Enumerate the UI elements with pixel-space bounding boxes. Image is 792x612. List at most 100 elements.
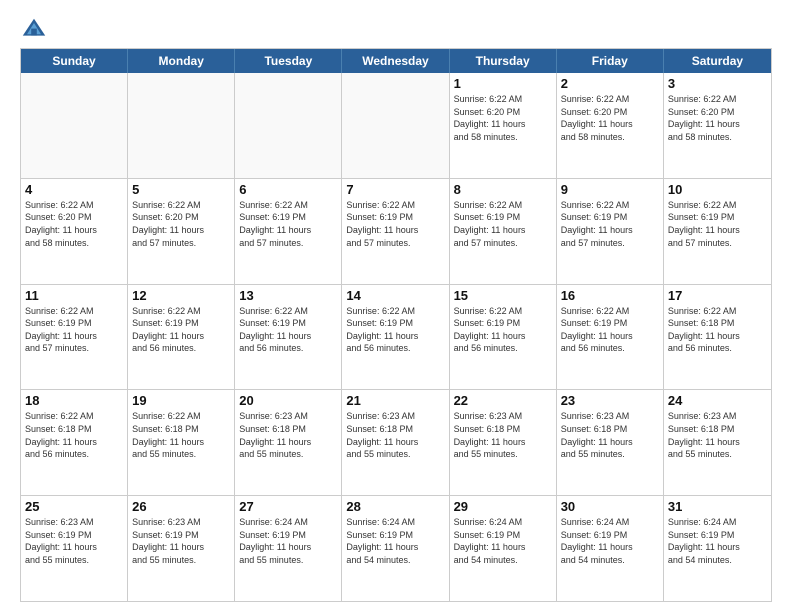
day-number: 14	[346, 288, 444, 303]
day-info: Sunrise: 6:23 AM Sunset: 6:18 PM Dayligh…	[346, 410, 444, 460]
day-number: 23	[561, 393, 659, 408]
week-row-4: 18 Sunrise: 6:22 AM Sunset: 6:18 PM Dayli…	[21, 390, 771, 496]
day-number: 28	[346, 499, 444, 514]
cal-cell: 13Sunrise: 6:22 AM Sunset: 6:19 PM Dayli…	[235, 285, 342, 390]
logo-icon	[20, 16, 48, 44]
page: SundayMondayTuesdayWednesdayThursdayFrid…	[0, 0, 792, 612]
cal-cell: 20Sunrise: 6:23 AM Sunset: 6:18 PM Dayli…	[235, 390, 342, 495]
cal-cell: 16 Sunrise: 6:22 AM Sunset: 6:19 PM Dayli…	[557, 285, 664, 390]
header	[20, 16, 772, 44]
day-info: Sunrise: 6:23 AM Sunset: 6:18 PM Dayligh…	[454, 410, 552, 460]
day-info: Sunrise: 6:23 AM Sunset: 6:19 PM Dayligh…	[132, 516, 230, 566]
day-info: Sunrise: 6:22 AM Sunset: 6:20 PM Dayligh…	[454, 93, 552, 143]
cal-cell: 31 Sunrise: 6:24 AM Sunset: 6:19 PM Dayli…	[664, 496, 771, 601]
day-number: 17	[668, 288, 767, 303]
week-row-1: 1 Sunrise: 6:22 AM Sunset: 6:20 PM Daylig…	[21, 73, 771, 179]
day-number: 9	[561, 182, 659, 197]
day-number: 2	[561, 76, 659, 91]
day-number: 29	[454, 499, 552, 514]
day-number: 10	[668, 182, 767, 197]
day-number: 12	[132, 288, 230, 303]
day-number: 16	[561, 288, 659, 303]
day-info: Sunrise: 6:22 AM Sunset: 6:19 PM Dayligh…	[25, 305, 123, 355]
cal-cell: 2 Sunrise: 6:22 AM Sunset: 6:20 PM Daylig…	[557, 73, 664, 178]
day-info: Sunrise: 6:24 AM Sunset: 6:19 PM Dayligh…	[668, 516, 767, 566]
day-info: Sunrise: 6:23 AM Sunset: 6:19 PM Dayligh…	[25, 516, 123, 566]
day-number: 18	[25, 393, 123, 408]
calendar: SundayMondayTuesdayWednesdayThursdayFrid…	[20, 48, 772, 602]
day-info: Sunrise: 6:22 AM Sunset: 6:19 PM Dayligh…	[561, 305, 659, 355]
header-cell-saturday: Saturday	[664, 49, 771, 73]
week-row-5: 25Sunrise: 6:23 AM Sunset: 6:19 PM Dayli…	[21, 496, 771, 601]
cal-cell: 21 Sunrise: 6:23 AM Sunset: 6:18 PM Dayli…	[342, 390, 449, 495]
cal-cell: 8 Sunrise: 6:22 AM Sunset: 6:19 PM Daylig…	[450, 179, 557, 284]
logo	[20, 16, 52, 44]
cal-cell: 18 Sunrise: 6:22 AM Sunset: 6:18 PM Dayli…	[21, 390, 128, 495]
calendar-body: 1 Sunrise: 6:22 AM Sunset: 6:20 PM Daylig…	[21, 73, 771, 601]
day-number: 31	[668, 499, 767, 514]
cal-cell: 28 Sunrise: 6:24 AM Sunset: 6:19 PM Dayli…	[342, 496, 449, 601]
cal-cell: 24 Sunrise: 6:23 AM Sunset: 6:18 PM Dayli…	[664, 390, 771, 495]
calendar-header: SundayMondayTuesdayWednesdayThursdayFrid…	[21, 49, 771, 73]
cal-cell: 17 Sunrise: 6:22 AM Sunset: 6:18 PM Dayli…	[664, 285, 771, 390]
day-info: Sunrise: 6:22 AM Sunset: 6:20 PM Dayligh…	[25, 199, 123, 249]
day-info: Sunrise: 6:22 AM Sunset: 6:20 PM Dayligh…	[561, 93, 659, 143]
cal-cell: 1 Sunrise: 6:22 AM Sunset: 6:20 PM Daylig…	[450, 73, 557, 178]
cal-cell	[235, 73, 342, 178]
day-info: Sunrise: 6:24 AM Sunset: 6:19 PM Dayligh…	[346, 516, 444, 566]
day-info: Sunrise: 6:22 AM Sunset: 6:19 PM Dayligh…	[454, 199, 552, 249]
cal-cell	[128, 73, 235, 178]
day-info: Sunrise: 6:22 AM Sunset: 6:20 PM Dayligh…	[132, 199, 230, 249]
day-info: Sunrise: 6:23 AM Sunset: 6:18 PM Dayligh…	[561, 410, 659, 460]
cal-cell: 29 Sunrise: 6:24 AM Sunset: 6:19 PM Dayli…	[450, 496, 557, 601]
cal-cell: 23 Sunrise: 6:23 AM Sunset: 6:18 PM Dayli…	[557, 390, 664, 495]
cal-cell: 25Sunrise: 6:23 AM Sunset: 6:19 PM Dayli…	[21, 496, 128, 601]
cal-cell: 22 Sunrise: 6:23 AM Sunset: 6:18 PM Dayli…	[450, 390, 557, 495]
header-cell-tuesday: Tuesday	[235, 49, 342, 73]
cal-cell: 30Sunrise: 6:24 AM Sunset: 6:19 PM Dayli…	[557, 496, 664, 601]
day-info: Sunrise: 6:22 AM Sunset: 6:19 PM Dayligh…	[346, 199, 444, 249]
header-cell-sunday: Sunday	[21, 49, 128, 73]
day-number: 15	[454, 288, 552, 303]
cal-cell: 4Sunrise: 6:22 AM Sunset: 6:20 PM Daylig…	[21, 179, 128, 284]
header-cell-wednesday: Wednesday	[342, 49, 449, 73]
day-info: Sunrise: 6:24 AM Sunset: 6:19 PM Dayligh…	[454, 516, 552, 566]
day-number: 22	[454, 393, 552, 408]
day-info: Sunrise: 6:22 AM Sunset: 6:19 PM Dayligh…	[239, 305, 337, 355]
day-number: 3	[668, 76, 767, 91]
day-number: 8	[454, 182, 552, 197]
day-number: 30	[561, 499, 659, 514]
cal-cell	[342, 73, 449, 178]
cal-cell: 14 Sunrise: 6:22 AM Sunset: 6:19 PM Dayli…	[342, 285, 449, 390]
day-number: 7	[346, 182, 444, 197]
header-cell-monday: Monday	[128, 49, 235, 73]
day-info: Sunrise: 6:22 AM Sunset: 6:18 PM Dayligh…	[25, 410, 123, 460]
day-number: 27	[239, 499, 337, 514]
cal-cell: 5 Sunrise: 6:22 AM Sunset: 6:20 PM Daylig…	[128, 179, 235, 284]
day-number: 5	[132, 182, 230, 197]
day-info: Sunrise: 6:23 AM Sunset: 6:18 PM Dayligh…	[668, 410, 767, 460]
week-row-2: 4Sunrise: 6:22 AM Sunset: 6:20 PM Daylig…	[21, 179, 771, 285]
day-number: 1	[454, 76, 552, 91]
cal-cell: 10Sunrise: 6:22 AM Sunset: 6:19 PM Dayli…	[664, 179, 771, 284]
cal-cell: 27Sunrise: 6:24 AM Sunset: 6:19 PM Dayli…	[235, 496, 342, 601]
day-info: Sunrise: 6:22 AM Sunset: 6:19 PM Dayligh…	[239, 199, 337, 249]
day-number: 26	[132, 499, 230, 514]
cal-cell	[21, 73, 128, 178]
day-info: Sunrise: 6:22 AM Sunset: 6:18 PM Dayligh…	[668, 305, 767, 355]
cal-cell: 11Sunrise: 6:22 AM Sunset: 6:19 PM Dayli…	[21, 285, 128, 390]
cal-cell: 6 Sunrise: 6:22 AM Sunset: 6:19 PM Daylig…	[235, 179, 342, 284]
day-number: 6	[239, 182, 337, 197]
cal-cell: 26 Sunrise: 6:23 AM Sunset: 6:19 PM Dayli…	[128, 496, 235, 601]
cal-cell: 15Sunrise: 6:22 AM Sunset: 6:19 PM Dayli…	[450, 285, 557, 390]
cal-cell: 12Sunrise: 6:22 AM Sunset: 6:19 PM Dayli…	[128, 285, 235, 390]
day-info: Sunrise: 6:22 AM Sunset: 6:20 PM Dayligh…	[668, 93, 767, 143]
cal-cell: 9 Sunrise: 6:22 AM Sunset: 6:19 PM Daylig…	[557, 179, 664, 284]
day-info: Sunrise: 6:22 AM Sunset: 6:19 PM Dayligh…	[561, 199, 659, 249]
cal-cell: 19Sunrise: 6:22 AM Sunset: 6:18 PM Dayli…	[128, 390, 235, 495]
cal-cell: 7 Sunrise: 6:22 AM Sunset: 6:19 PM Daylig…	[342, 179, 449, 284]
day-info: Sunrise: 6:22 AM Sunset: 6:19 PM Dayligh…	[346, 305, 444, 355]
day-info: Sunrise: 6:22 AM Sunset: 6:18 PM Dayligh…	[132, 410, 230, 460]
day-number: 24	[668, 393, 767, 408]
day-number: 21	[346, 393, 444, 408]
